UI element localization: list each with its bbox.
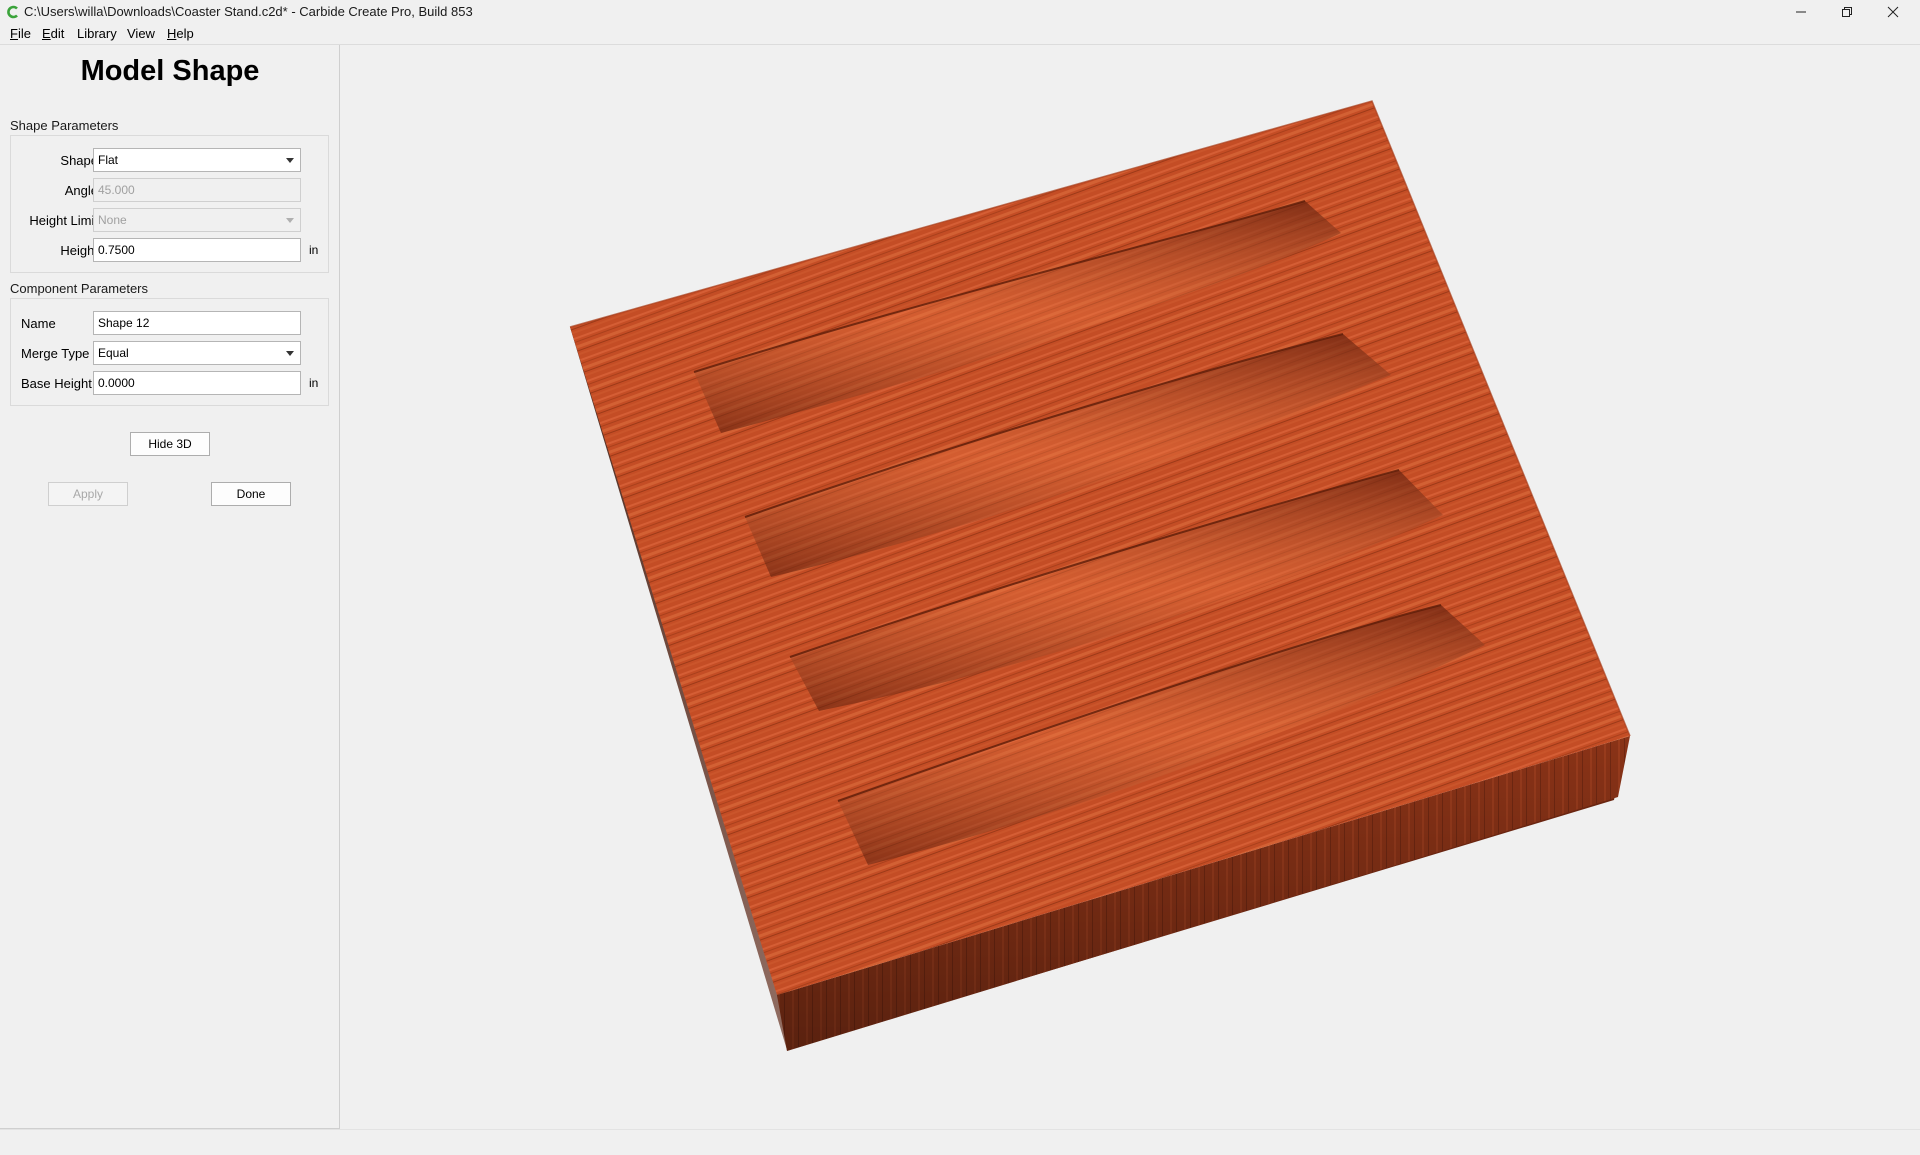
menu-bar: File Edit Library View Help	[0, 24, 1920, 44]
menu-edit-mnemonic: E	[42, 26, 51, 41]
merge-type-label: Merge Type	[21, 346, 90, 361]
base-height-label: Base Height	[21, 376, 92, 391]
name-value: Shape 12	[98, 316, 150, 330]
height-row: Height 0.7500 in	[11, 238, 330, 264]
height-value: 0.7500	[98, 243, 135, 257]
restore-icon	[1842, 7, 1852, 17]
merge-type-select[interactable]: Equal	[93, 341, 301, 365]
minimize-icon	[1796, 11, 1806, 13]
chevron-down-icon	[286, 351, 294, 356]
merge-type-value: Equal	[98, 346, 129, 360]
carbide-c-icon	[7, 5, 18, 19]
shape-select[interactable]: Flat	[93, 148, 301, 172]
base-height-value: 0.0000	[98, 376, 135, 390]
done-button[interactable]: Done	[211, 482, 291, 506]
name-input[interactable]: Shape 12	[93, 311, 301, 335]
panel-title: Model Shape	[80, 55, 260, 87]
menu-view[interactable]: View	[127, 26, 155, 41]
wood-model-render	[569, 100, 1631, 1051]
window-title: C:\Users\willa\Downloads\Coaster Stand.c…	[24, 4, 473, 19]
name-label: Name	[21, 316, 56, 331]
minimize-button[interactable]	[1778, 0, 1824, 24]
component-parameters-group: Name Shape 12 Merge Type Equal Base Heig…	[10, 298, 329, 406]
menu-edit[interactable]: Edit	[42, 26, 64, 41]
menu-file-mnemonic: F	[10, 26, 18, 41]
component-parameters-label: Component Parameters	[10, 281, 149, 296]
hide-3d-button[interactable]: Hide 3D	[130, 432, 210, 456]
apply-button[interactable]: Apply	[48, 482, 128, 506]
menu-edit-rest: dit	[50, 26, 65, 41]
model-shape-panel: Model Shape Shape Parameters Shape Flat …	[0, 45, 340, 1129]
3d-viewport[interactable]	[341, 45, 1920, 1152]
shape-parameters-group: Shape Flat Angle 45.000 Height Limit Non…	[10, 135, 329, 273]
close-icon	[1887, 6, 1899, 18]
height-input[interactable]: 0.7500	[93, 238, 301, 262]
merge-type-row: Merge Type Equal	[11, 341, 330, 367]
shape-value: Flat	[98, 153, 119, 167]
height-limit-value: None	[98, 213, 127, 227]
shape-parameters-label: Shape Parameters	[10, 118, 119, 133]
base-height-input[interactable]: 0.0000	[93, 371, 301, 395]
angle-value: 45.000	[98, 183, 135, 197]
status-divider	[0, 1129, 1920, 1130]
shape-row: Shape Flat	[11, 148, 330, 174]
menu-help-rest: elp	[176, 26, 194, 41]
menu-file[interactable]: File	[10, 26, 31, 41]
base-height-unit: in	[309, 376, 319, 390]
name-row: Name Shape 12	[11, 311, 330, 337]
menu-help[interactable]: Help	[167, 26, 194, 41]
angle-row: Angle 45.000	[11, 178, 330, 204]
restore-button[interactable]	[1824, 0, 1870, 24]
close-button[interactable]	[1870, 0, 1916, 24]
menu-library[interactable]: Library	[77, 26, 117, 41]
base-height-row: Base Height 0.0000 in	[11, 371, 330, 397]
height-limit-select: None	[93, 208, 301, 232]
menu-help-mnemonic: H	[167, 26, 177, 41]
chevron-down-icon	[286, 218, 294, 223]
chevron-down-icon	[286, 158, 294, 163]
height-limit-label: Height Limit	[29, 213, 98, 228]
title-bar: C:\Users\willa\Downloads\Coaster Stand.c…	[0, 0, 1920, 24]
height-limit-row: Height Limit None	[11, 208, 330, 234]
menu-file-rest: ile	[17, 26, 31, 41]
height-unit: in	[309, 243, 319, 257]
angle-input: 45.000	[93, 178, 301, 202]
